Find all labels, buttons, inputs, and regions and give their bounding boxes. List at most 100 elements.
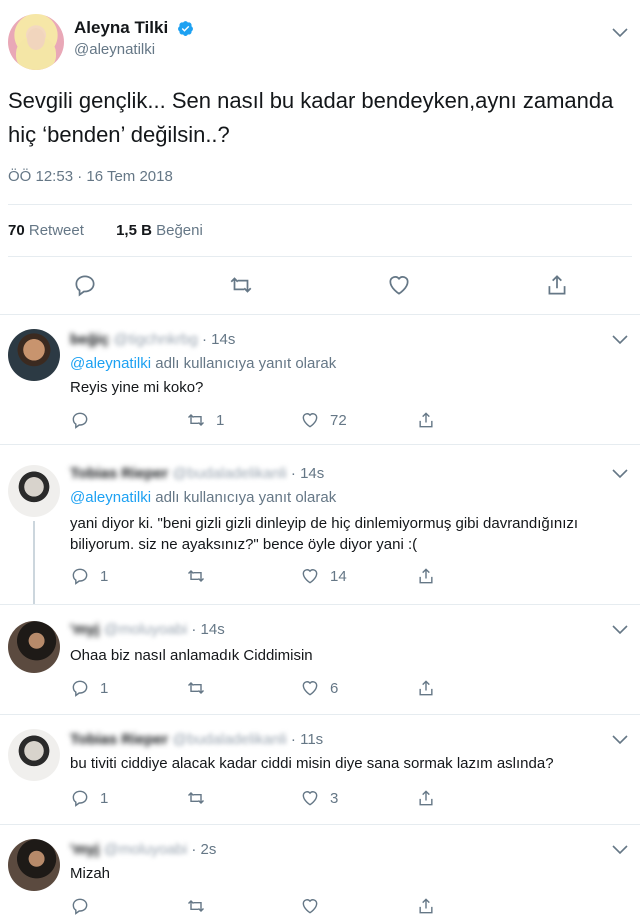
main-tweet: Aleyna Tilki @aleynatilki Sevgili gençli… xyxy=(0,0,640,314)
reply-tweet[interactable]: Tobias Rieper @budaladelikanli · 14s @al… xyxy=(0,444,640,605)
share-icon xyxy=(419,680,433,696)
share-button[interactable] xyxy=(416,565,446,587)
reply-author-name[interactable]: 'myj xyxy=(70,841,99,858)
display-name[interactable]: Aleyna Tilki xyxy=(74,18,168,38)
mention-link[interactable]: @aleynatilki xyxy=(70,355,151,372)
retweet-icon xyxy=(187,899,205,913)
reply-text: Ohaa biz nasıl anlamadık Ciddimisin xyxy=(70,647,313,664)
reply-text: bu tiviti ciddiye alacak kadar ciddi mis… xyxy=(70,755,554,772)
reply-actions: 1 6 xyxy=(70,677,450,699)
retweet-stat[interactable]: 70 Retweet xyxy=(8,222,84,239)
retweet-icon xyxy=(187,681,205,695)
heart-icon[interactable] xyxy=(386,272,412,298)
reply-button[interactable] xyxy=(70,895,100,917)
mention-link[interactable]: @aleynatilki xyxy=(70,489,151,506)
reply-author-handle[interactable]: @tigchnkrbg xyxy=(113,331,197,348)
reply-time[interactable]: · 14s xyxy=(291,465,324,482)
reply-icon xyxy=(72,898,88,915)
reply-actions: 1 3 xyxy=(70,787,450,809)
reply-tweet[interactable]: 'myj @moluyoabi · 14s Ohaa biz nasıl anl… xyxy=(0,604,640,714)
divider xyxy=(8,256,632,257)
reply-author-name[interactable]: 'myj xyxy=(70,621,99,638)
replying-to: @aleynatilki adlı kullanıcıya yanıt olar… xyxy=(70,489,337,506)
reply-button[interactable]: 1 xyxy=(70,565,108,587)
like-button[interactable]: 6 xyxy=(300,677,338,699)
reply-text: Reyis yine mi koko? xyxy=(70,379,204,396)
share-button[interactable] xyxy=(416,787,446,809)
reply-author-handle[interactable]: @moluyoabi xyxy=(104,621,188,638)
reply-meta: 'myj @moluyoabi · 2s xyxy=(70,841,216,858)
reply-author-handle[interactable]: @budaladelikanli xyxy=(172,731,286,748)
reply-actions: 1 14 xyxy=(70,565,450,587)
share-icon xyxy=(419,898,433,914)
replying-to: @aleynatilki adlı kullanıcıya yanıt olar… xyxy=(70,355,337,372)
retweet-button[interactable] xyxy=(186,677,216,699)
avatar[interactable] xyxy=(8,729,60,781)
chevron-down-icon[interactable] xyxy=(612,28,628,38)
reply-icon xyxy=(72,568,88,585)
divider xyxy=(8,204,632,205)
reply-icon xyxy=(72,680,88,697)
reply-author-name[interactable]: Tobias Rieper xyxy=(70,731,168,748)
avatar[interactable] xyxy=(8,465,60,517)
handle[interactable]: @aleynatilki xyxy=(74,41,194,58)
like-button[interactable]: 72 xyxy=(300,409,347,431)
heart-icon xyxy=(302,569,318,584)
avatar[interactable] xyxy=(8,14,64,70)
retweet-icon[interactable] xyxy=(228,272,254,298)
share-button[interactable] xyxy=(416,895,446,917)
timestamp[interactable]: ÖÖ 12:53 · 16 Tem 2018 xyxy=(8,168,173,185)
reply-icon[interactable] xyxy=(72,272,98,298)
chevron-down-icon[interactable] xyxy=(612,735,628,745)
reply-text: Mizah xyxy=(70,865,111,882)
like-stat[interactable]: 1,5 B Beğeni xyxy=(116,222,203,239)
chevron-down-icon[interactable] xyxy=(612,469,628,479)
retweet-button[interactable] xyxy=(186,565,216,587)
like-button[interactable] xyxy=(300,895,330,917)
reply-button[interactable]: 1 xyxy=(70,787,108,809)
share-icon xyxy=(419,790,433,806)
share-button[interactable] xyxy=(416,409,446,431)
reply-author-name[interactable]: Tobias Rieper xyxy=(70,465,168,482)
chevron-down-icon[interactable] xyxy=(612,335,628,345)
stats: 70 Retweet 1,5 B Beğeni xyxy=(8,222,231,239)
share-button[interactable] xyxy=(416,677,446,699)
heart-icon xyxy=(302,899,318,914)
retweet-button[interactable] xyxy=(186,895,216,917)
share-icon[interactable] xyxy=(544,272,570,298)
reply-time[interactable]: · 2s xyxy=(191,841,216,858)
reply-time[interactable]: · 14s xyxy=(191,621,224,638)
reply-author-name[interactable]: beğiç xyxy=(70,331,109,348)
reply-author-handle[interactable]: @budaladelikanli xyxy=(172,465,286,482)
reply-time[interactable]: · 14s xyxy=(202,331,235,348)
share-icon xyxy=(419,412,433,428)
retweet-button[interactable]: 1 xyxy=(186,409,224,431)
like-button[interactable]: 3 xyxy=(300,787,338,809)
reply-icon xyxy=(72,412,88,429)
retweet-icon xyxy=(187,569,205,583)
reply-tweet[interactable]: 'myj @moluyoabi · 2s Mizah xyxy=(0,824,640,919)
chevron-down-icon[interactable] xyxy=(612,625,628,635)
verified-badge-icon xyxy=(177,20,193,36)
reply-button[interactable]: 1 xyxy=(70,677,108,699)
share-icon xyxy=(419,568,433,584)
heart-icon xyxy=(302,791,318,806)
reply-time[interactable]: · 11s xyxy=(291,731,323,748)
reply-button[interactable] xyxy=(70,409,100,431)
reply-meta: Tobias Rieper @budaladelikanli · 11s xyxy=(70,731,323,748)
avatar[interactable] xyxy=(8,839,60,891)
avatar[interactable] xyxy=(8,329,60,381)
reply-actions: 1 72 xyxy=(70,409,450,431)
reply-author-handle[interactable]: @moluyoabi xyxy=(104,841,188,858)
author-block: Aleyna Tilki @aleynatilki xyxy=(74,18,194,58)
retweet-button[interactable] xyxy=(186,787,216,809)
chevron-down-icon[interactable] xyxy=(612,845,628,855)
avatar[interactable] xyxy=(8,621,60,673)
reply-tweet[interactable]: Tobias Rieper @budaladelikanli · 11s bu … xyxy=(0,714,640,824)
reply-meta: 'myj @moluyoabi · 14s xyxy=(70,621,225,638)
like-button[interactable]: 14 xyxy=(300,565,347,587)
tweet-text: Sevgili gençlik... Sen nasıl bu kadar be… xyxy=(8,88,614,147)
reply-tweet[interactable]: beğiç @tigchnkrbg · 14s @aleynatilki adl… xyxy=(0,314,640,444)
reply-meta: beğiç @tigchnkrbg · 14s xyxy=(70,331,235,348)
reply-actions xyxy=(70,895,450,917)
